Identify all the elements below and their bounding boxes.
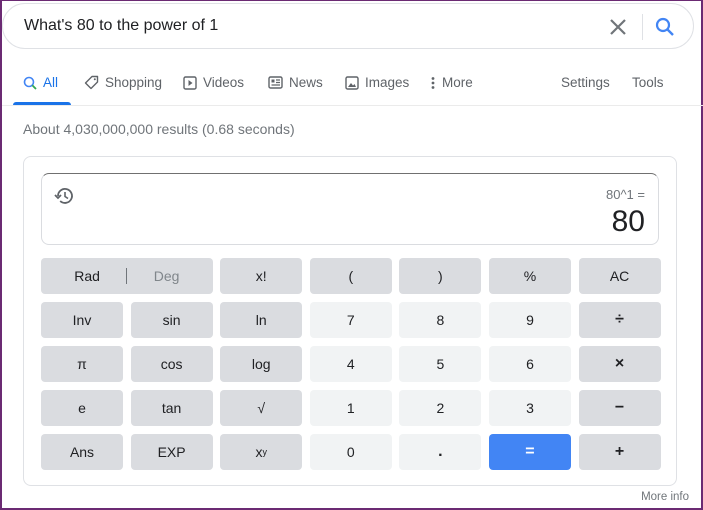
digit-8-button[interactable]: 8 (399, 302, 482, 338)
rad-deg-toggle[interactable]: Rad Deg (41, 258, 213, 294)
digit-4-button[interactable]: 4 (309, 346, 392, 382)
search-icon (23, 76, 37, 90)
more-vert-icon (431, 76, 435, 89)
log-button[interactable]: log (220, 346, 303, 382)
search-icon[interactable] (654, 16, 676, 38)
tab-label: Shopping (105, 75, 163, 90)
more-info-link[interactable]: More info (641, 491, 689, 503)
search-input[interactable]: What's 80 to the power of 1 (24, 17, 218, 35)
news-icon (268, 76, 283, 89)
search-tabs: All Shopping Videos News Images More Set… (2, 61, 703, 106)
factorial-button[interactable]: x! (220, 258, 303, 294)
add-button[interactable]: + (578, 434, 661, 470)
rad-button[interactable]: Rad (74, 268, 100, 284)
divider (642, 14, 643, 40)
inverse-button[interactable]: Inv (41, 302, 123, 338)
sqrt-button[interactable]: √ (220, 390, 303, 426)
tab-label: News (289, 75, 323, 90)
exp-button[interactable]: EXP (130, 434, 213, 470)
power-exponent: y (262, 447, 267, 457)
history-icon[interactable] (53, 185, 75, 207)
right-paren-button[interactable]: ) (399, 258, 482, 294)
divide-button[interactable]: ÷ (578, 302, 661, 338)
calculator-result: 80 (611, 205, 645, 238)
tab-news[interactable]: News (268, 75, 323, 90)
tab-label: Videos (203, 75, 245, 90)
calculator-display: 80^1 = 80 (41, 173, 659, 245)
tab-images[interactable]: Images (345, 75, 409, 90)
settings-link[interactable]: Settings (561, 75, 610, 90)
tab-all[interactable]: All (23, 75, 58, 90)
active-tab-indicator (13, 102, 71, 105)
equals-button[interactable]: = (488, 434, 571, 470)
digit-2-button[interactable]: 2 (399, 390, 482, 426)
all-clear-button[interactable]: AC (578, 258, 661, 294)
tab-label: Images (365, 75, 410, 90)
tan-button[interactable]: tan (130, 390, 213, 426)
tools-link[interactable]: Tools (632, 75, 664, 90)
answer-button[interactable]: Ans (41, 434, 123, 470)
percent-button[interactable]: % (488, 258, 571, 294)
pi-button[interactable]: π (41, 346, 123, 382)
decimal-button[interactable]: . (399, 434, 482, 470)
power-base: x (255, 444, 263, 460)
calculator-keypad: Rad Deg x! ( ) % AC Inv sin ln 7 8 9 ÷ π… (41, 258, 661, 470)
tag-icon (84, 75, 99, 90)
cos-button[interactable]: cos (130, 346, 213, 382)
close-icon[interactable] (607, 16, 629, 38)
calculator-expression: 80^1 = (606, 187, 645, 202)
divider (126, 268, 128, 284)
search-bar: What's 80 to the power of 1 (2, 3, 694, 49)
image-icon (345, 75, 359, 90)
tab-more[interactable]: More (430, 75, 473, 90)
tab-label: All (43, 75, 59, 90)
multiply-button[interactable]: × (578, 346, 661, 382)
tab-videos[interactable]: Videos (183, 75, 244, 90)
digit-9-button[interactable]: 9 (488, 302, 571, 338)
subtract-button[interactable]: − (578, 390, 661, 426)
digit-1-button[interactable]: 1 (309, 390, 392, 426)
tab-shopping[interactable]: Shopping (84, 75, 162, 90)
deg-button[interactable]: Deg (154, 268, 180, 284)
calculator-card: 80^1 = 80 Rad Deg x! ( ) % AC Inv sin ln… (23, 156, 677, 486)
digit-5-button[interactable]: 5 (399, 346, 482, 382)
left-paren-button[interactable]: ( (309, 258, 392, 294)
power-button[interactable]: xy (220, 434, 303, 470)
digit-7-button[interactable]: 7 (309, 302, 392, 338)
result-stats: About 4,030,000,000 results (0.68 second… (23, 121, 295, 137)
digit-3-button[interactable]: 3 (488, 390, 571, 426)
ln-button[interactable]: ln (220, 302, 303, 338)
sin-button[interactable]: sin (130, 302, 213, 338)
tab-label: More (442, 75, 473, 90)
digit-0-button[interactable]: 0 (309, 434, 392, 470)
digit-6-button[interactable]: 6 (488, 346, 571, 382)
e-button[interactable]: e (41, 390, 123, 426)
play-icon (183, 75, 197, 90)
